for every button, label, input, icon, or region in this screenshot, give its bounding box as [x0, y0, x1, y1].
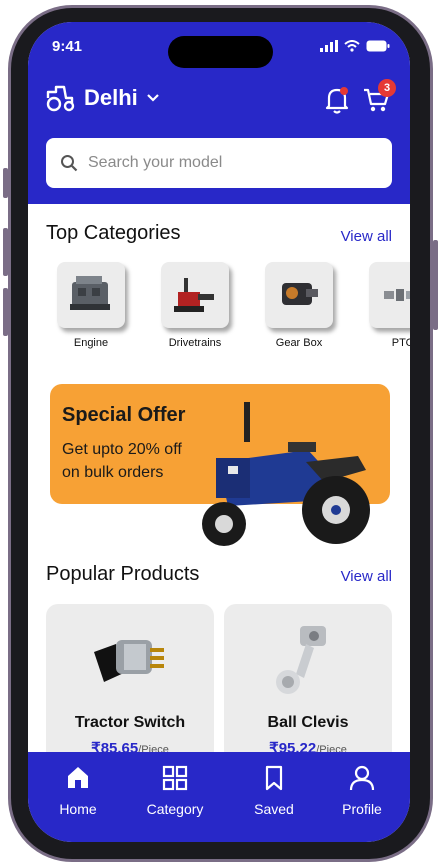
status-time: 9:41: [52, 38, 83, 55]
product-card-tractor-switch[interactable]: Tractor Switch ₹85.65/Piece: [46, 604, 214, 764]
nav-home[interactable]: Home: [38, 764, 118, 817]
tractor-switch-image: [94, 640, 164, 682]
volume-up-button: [3, 228, 8, 276]
power-button: [433, 240, 438, 330]
nav-profile[interactable]: Profile: [322, 764, 402, 817]
tractor-image: [202, 402, 370, 546]
nav-saved[interactable]: Saved: [234, 764, 314, 817]
categories-title: Top Categories: [46, 222, 181, 244]
location-name: Delhi: [84, 85, 138, 110]
pto-image: [369, 262, 410, 328]
offer-line-1: Get upto 20% off: [62, 441, 182, 458]
mute-switch: [3, 168, 8, 198]
offer-subtitle: Get upto 20% off on bulk orders: [62, 438, 182, 484]
offer-title: Special Offer: [62, 404, 186, 426]
category-item-engine[interactable]: Engine: [52, 262, 130, 349]
cart-badge: 3: [378, 79, 396, 97]
user-icon: [349, 765, 375, 791]
category-label: Gear Box: [275, 337, 323, 349]
product-name: Ball Clevis: [267, 714, 349, 731]
dynamic-island: [168, 36, 273, 68]
category-label: Drivetrains: [168, 337, 222, 349]
search-icon: [61, 155, 78, 172]
volume-down-button: [3, 288, 8, 336]
category-item-gear-box[interactable]: Gear Box: [260, 262, 338, 349]
bookmark-icon: [265, 765, 283, 791]
gear-box-image: [265, 262, 333, 328]
nav-label: Home: [59, 801, 97, 817]
tractor-icon: [46, 85, 75, 112]
home-icon: [68, 767, 88, 788]
wifi-icon: [344, 40, 360, 52]
engine-image: [57, 262, 125, 328]
nav-category[interactable]: Category: [135, 764, 215, 817]
categories-view-all-link[interactable]: View all: [341, 228, 392, 245]
product-card-ball-clevis[interactable]: Ball Clevis ₹95.22/Piece: [224, 604, 392, 764]
grid-icon: [162, 765, 188, 791]
nav-label: Saved: [254, 801, 294, 817]
battery-icon: [366, 40, 390, 52]
search-input[interactable]: Search your model: [88, 154, 222, 172]
location-selector[interactable]: Delhi: [44, 84, 160, 112]
ball-clevis-image: [276, 626, 326, 694]
drivetrains-image: [161, 262, 229, 328]
category-item-pto[interactable]: PTO: [364, 262, 410, 349]
offer-line-2: on bulk orders: [62, 464, 164, 481]
popular-title: Popular Products: [46, 563, 200, 585]
nav-label: Category: [146, 801, 204, 817]
category-label: Engine: [73, 337, 109, 349]
popular-view-all-link[interactable]: View all: [341, 568, 392, 585]
signal-icon: [320, 40, 338, 52]
search-bar[interactable]: Search your model: [46, 138, 392, 188]
bottom-navigation: Home Category Saved Profile: [28, 752, 410, 842]
category-label: PTO: [391, 337, 410, 349]
app-header: 9:41 Delhi 3 Search your model: [28, 22, 410, 204]
status-icons: [320, 40, 390, 52]
category-item-drivetrains[interactable]: Drivetrains: [156, 262, 234, 349]
notification-bell-icon[interactable]: [324, 86, 350, 114]
app-screen: 9:41 Delhi 3 Search your model Top Categ…: [28, 22, 410, 842]
chevron-down-icon: [147, 94, 159, 102]
product-name: Tractor Switch: [74, 714, 186, 731]
nav-label: Profile: [342, 801, 382, 817]
